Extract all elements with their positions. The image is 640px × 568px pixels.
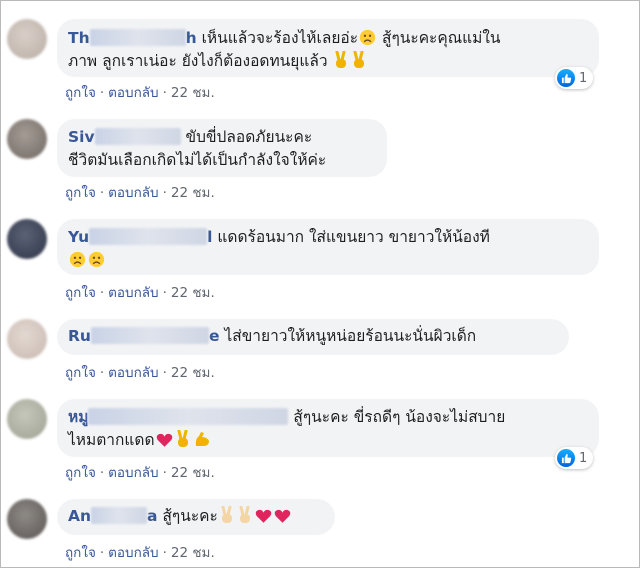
reply-button[interactable]: ตอบกลับ: [108, 465, 158, 481]
author-name-start[interactable]: หมู: [68, 408, 88, 426]
author-name-start[interactable]: Yu: [68, 228, 89, 246]
separator: ·: [99, 185, 105, 201]
sad-face-icon: [69, 251, 86, 268]
like-icon: [557, 69, 575, 87]
comment-author[interactable]: หมู: [68, 408, 289, 426]
separator: ·: [162, 365, 167, 381]
reaction-count[interactable]: 1: [555, 447, 594, 469]
reaction-count[interactable]: 1: [555, 67, 594, 89]
comment-bubble: Yu l แดดร้อนมาก ใส่แขนยาว ขายาวให้น้องที: [57, 219, 599, 275]
flexed-biceps-icon: [195, 432, 209, 446]
comment-actions: ถูกใจ · ตอบกลับ · 22 ชม.: [65, 361, 215, 383]
author-name-start[interactable]: Siv: [68, 128, 95, 146]
comment-timestamp[interactable]: 22 ชม.: [171, 185, 215, 201]
reply-button[interactable]: ตอบกลับ: [108, 365, 158, 381]
author-name-start[interactable]: Th: [68, 29, 90, 47]
comment-actions: ถูกใจ · ตอบกลับ · 22 ชม.: [65, 81, 215, 103]
comment-author[interactable]: Siv: [68, 128, 181, 146]
comment-bubble: Ru e ไส่ขายาวให้หนูหน่อยร้อนนะนั่นผิวเด็ก: [57, 319, 569, 355]
comment-text: เห็นแล้วจะร้องไห้เลยอ่ะ: [201, 29, 359, 47]
comment-author[interactable]: Th h: [68, 29, 197, 47]
comment-timestamp[interactable]: 22 ชม.: [171, 85, 215, 101]
avatar[interactable]: [7, 319, 47, 359]
comment-author[interactable]: Ru e: [68, 327, 220, 345]
comment-bubble: Th h เห็นแล้วจะร้องไห้เลยอ่ะ สู้ๆนะคะคุณแ…: [57, 19, 599, 77]
separator: ·: [99, 365, 105, 381]
comment-timestamp[interactable]: 22 ชม.: [171, 285, 215, 301]
author-name-end[interactable]: e: [209, 327, 220, 345]
comment-actions: ถูกใจ · ตอบกลับ · 22 ชม.: [65, 181, 215, 203]
like-count: 1: [579, 450, 588, 466]
avatar[interactable]: [7, 219, 47, 259]
comment-text: ขับขี่ปลอดภัยนะคะ: [185, 128, 313, 146]
separator: ·: [99, 545, 105, 561]
red-heart-icon: [274, 509, 291, 523]
comment-text-line2: ชีวิตมันเลือกเกิดไม่ได้เป็นกำลังใจให้ค่ะ: [68, 151, 327, 169]
separator: ·: [99, 465, 105, 481]
like-button[interactable]: ถูกใจ: [65, 185, 96, 201]
separator: ·: [162, 465, 167, 481]
separator: ·: [162, 285, 167, 301]
blurred-name: [88, 408, 289, 425]
blurred-name: [89, 29, 186, 46]
comments-panel: Th h เห็นแล้วจะร้องไห้เลยอ่ะ สู้ๆนะคะคุณแ…: [0, 0, 640, 568]
comment-bubble: หมู สู้ๆนะคะ ขี่รถดีๆ น้องจะไม่สบาย ไหมต…: [57, 399, 599, 457]
comment-author[interactable]: An a: [68, 507, 158, 525]
author-name-start[interactable]: Ru: [68, 327, 91, 345]
red-heart-icon: [156, 433, 172, 447]
reply-button[interactable]: ตอบกลับ: [108, 545, 158, 561]
like-button[interactable]: ถูกใจ: [65, 465, 96, 481]
like-icon: [557, 449, 575, 467]
reply-button[interactable]: ตอบกลับ: [108, 285, 158, 301]
comment-text: แดดร้อนมาก ใส่แขนยาว ขายาวให้น้องที: [217, 228, 490, 246]
comment-text-line2: ภาพ ลูกเราเน่อะ ยังไงก็ต้องอดทนยุแล้ว: [68, 52, 328, 70]
comment-actions: ถูกใจ · ตอบกลับ · 22 ชม.: [65, 541, 215, 563]
like-button[interactable]: ถูกใจ: [65, 85, 96, 101]
separator: ·: [162, 545, 167, 561]
comment-text-continued: สู้ๆนะคะคุณแม่ใน: [381, 29, 501, 47]
victory-hand-icon: [353, 51, 365, 68]
comment-text-line2: ไหมตากแดด: [68, 431, 155, 449]
author-name-end[interactable]: l: [207, 228, 212, 246]
victory-hand-icon: [221, 506, 232, 523]
author-name-start[interactable]: An: [68, 507, 91, 525]
comment-actions: ถูกใจ · ตอบกลับ · 22 ชม.: [65, 281, 215, 303]
comment-author[interactable]: Yu l: [68, 228, 212, 246]
red-heart-icon: [255, 509, 272, 523]
comment-text: ไส่ขายาวให้หนูหน่อยร้อนนะนั่นผิวเด็ก: [224, 327, 477, 345]
comment-actions: ถูกใจ · ตอบกลับ · 22 ชม.: [65, 461, 215, 483]
sad-face-icon: [359, 29, 376, 46]
like-button[interactable]: ถูกใจ: [65, 545, 96, 561]
avatar[interactable]: [7, 499, 47, 539]
victory-hand-icon: [335, 51, 347, 68]
comment-bubble: Siv ขับขี่ปลอดภัยนะคะ ชีวิตมันเลือกเกิดไ…: [57, 119, 387, 177]
separator: ·: [99, 85, 105, 101]
blurred-name: [94, 128, 181, 145]
like-count: 1: [579, 70, 588, 86]
separator: ·: [162, 85, 167, 101]
comment-text: สู้ๆนะคะ ขี่รถดีๆ น้องจะไม่สบาย: [293, 408, 506, 426]
sad-face-icon: [88, 251, 105, 268]
comment-timestamp[interactable]: 22 ชม.: [171, 365, 215, 381]
victory-hand-icon: [177, 430, 188, 447]
author-name-end[interactable]: a: [147, 507, 157, 525]
separator: ·: [99, 285, 105, 301]
blurred-name: [90, 327, 209, 344]
blurred-name: [91, 507, 148, 524]
comment-timestamp[interactable]: 22 ชม.: [171, 465, 215, 481]
like-button[interactable]: ถูกใจ: [65, 285, 96, 301]
avatar[interactable]: [7, 19, 47, 59]
victory-hand-icon: [239, 506, 250, 523]
comment-text: สู้ๆนะคะ: [162, 507, 218, 525]
reply-button[interactable]: ตอบกลับ: [108, 85, 158, 101]
comment-timestamp[interactable]: 22 ชม.: [171, 545, 215, 561]
like-button[interactable]: ถูกใจ: [65, 365, 96, 381]
blurred-name: [89, 228, 208, 245]
comment-bubble: An a สู้ๆนะคะ: [57, 499, 335, 535]
avatar[interactable]: [7, 119, 47, 159]
separator: ·: [162, 185, 167, 201]
reply-button[interactable]: ตอบกลับ: [108, 185, 158, 201]
author-name-end[interactable]: h: [186, 29, 197, 47]
avatar[interactable]: [7, 399, 47, 439]
